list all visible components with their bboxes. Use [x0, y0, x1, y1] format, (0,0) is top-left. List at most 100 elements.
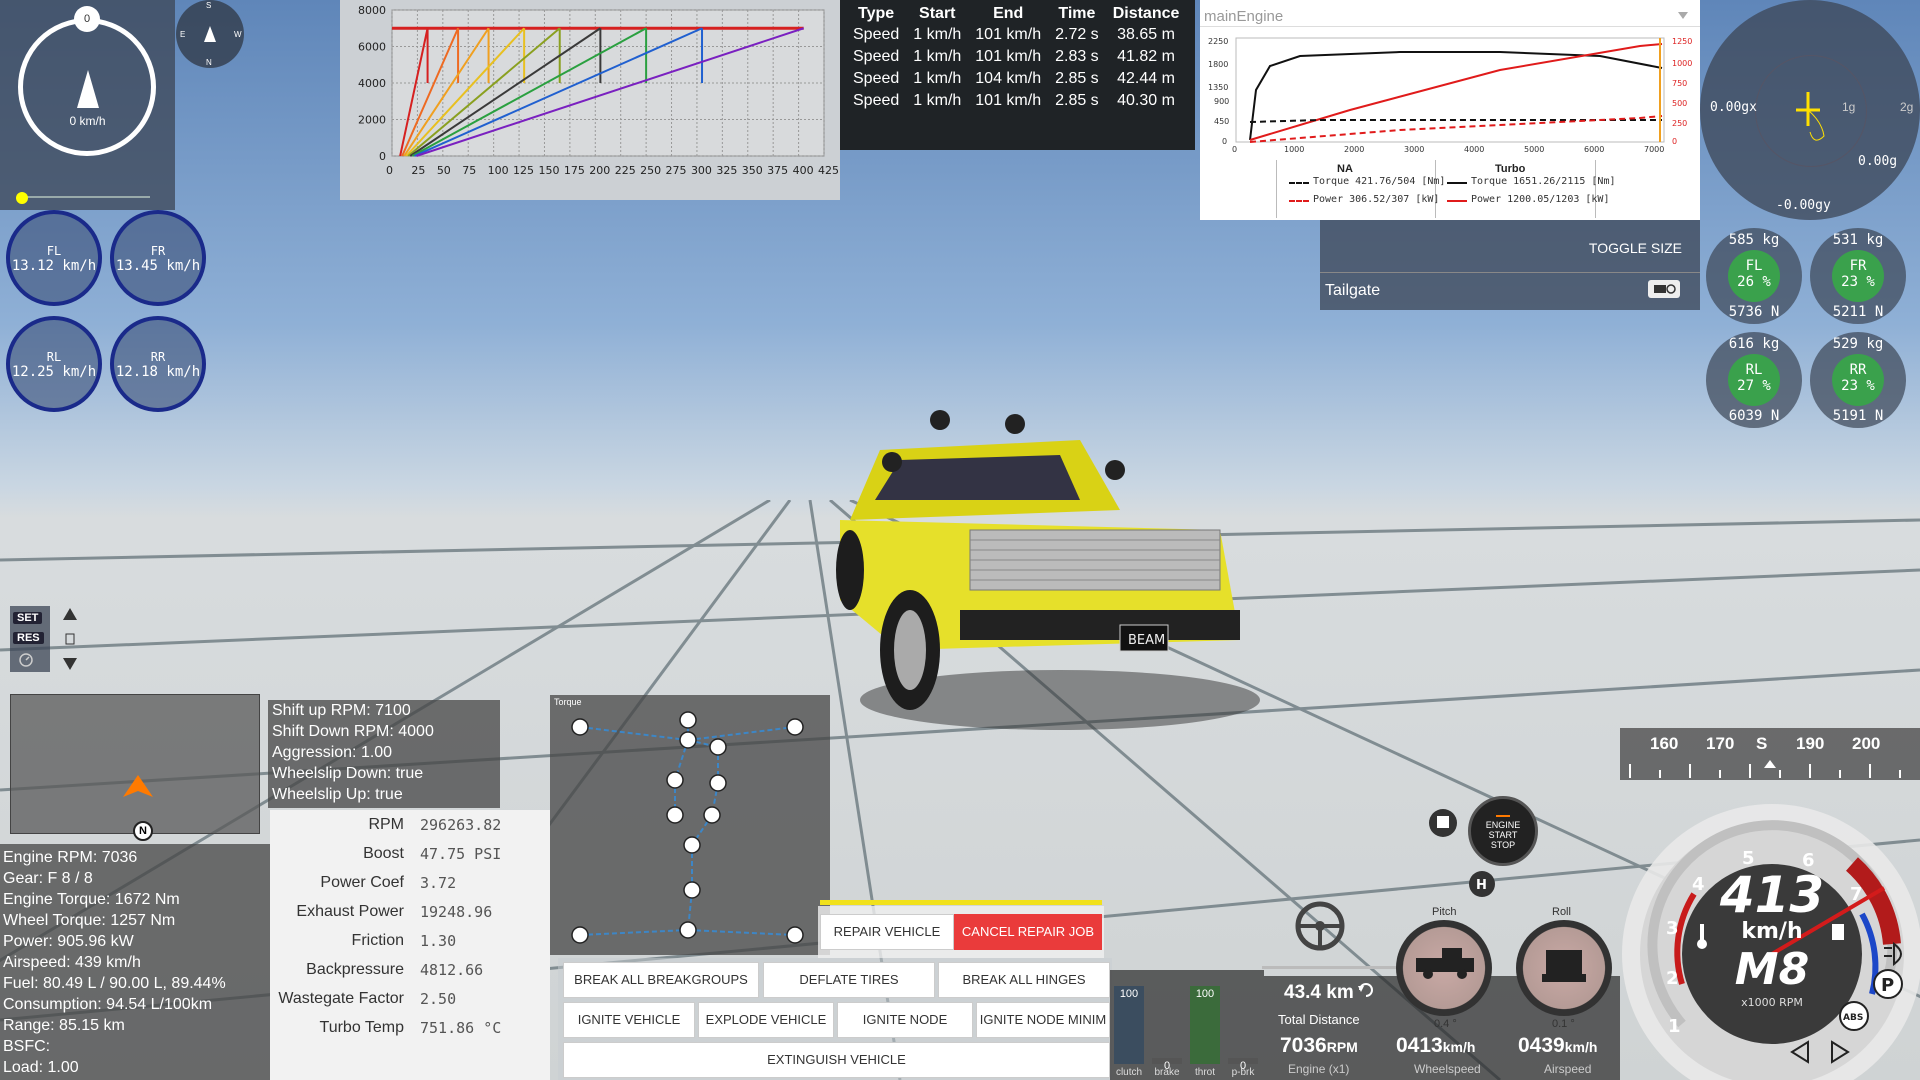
gy-readout: -0.00gy: [1776, 198, 1831, 213]
shaft-node-icon[interactable]: [666, 806, 684, 824]
legend-line: [1289, 200, 1309, 202]
repair-vehicle-button[interactable]: REPAIR VEHICLE: [820, 914, 954, 950]
extinguish-vehicle-button[interactable]: EXTINGUISH VEHICLE: [563, 1042, 1110, 1078]
engine-select[interactable]: mainEngine: [1204, 8, 1283, 25]
tailgate-toggle[interactable]: [1648, 280, 1680, 298]
param-value: 2.50: [420, 990, 457, 1008]
explode-vehicle-button[interactable]: EXPLODE VEHICLE: [698, 1002, 834, 1038]
cruise-set-button[interactable]: SET: [13, 612, 43, 624]
shaft-node-icon[interactable]: [683, 881, 701, 899]
x-tick-label: 150: [538, 164, 559, 177]
ignite-vehicle-button[interactable]: IGNITE VEHICLE: [563, 1002, 695, 1038]
steering-bar: [1262, 966, 1402, 969]
tire-load-pct: 26 %: [1737, 274, 1771, 290]
wheelspeed-readout: 0413km/h: [1396, 1034, 1475, 1058]
gear-rpm-chart: 0 25 50 75 100 125 150 175 200 225 250 275 300 325 350…: [358, 4, 839, 177]
player-marker-icon: [123, 775, 153, 797]
rpm-tick-label: 4: [1692, 874, 1705, 895]
compass-slider-knob[interactable]: [16, 192, 28, 204]
tire-load-inner: FL 26 %: [1728, 250, 1780, 302]
tire-load-fr: 531 kg FR 23 % 5211 N: [1810, 228, 1906, 324]
differential-node-icon[interactable]: [679, 921, 697, 939]
acceleration-table: Type Start End Time Distance Speed 1 km/…: [840, 0, 1195, 150]
gearbox-node-icon[interactable]: [709, 774, 727, 792]
break-hinges-button[interactable]: BREAK ALL HINGES: [938, 962, 1110, 998]
tire-load-name: RL: [1745, 362, 1763, 378]
y-right-tick: 250: [1672, 119, 1687, 128]
coupling-node-icon[interactable]: [709, 738, 727, 756]
engine-node-icon[interactable]: [679, 711, 697, 729]
pitch-gauge: [1396, 920, 1492, 1016]
x-tick: 0: [1232, 145, 1237, 154]
cruise-down-icon[interactable]: [63, 658, 77, 670]
cruise-up-icon[interactable]: [63, 608, 77, 620]
deflate-tires-button[interactable]: DEFLATE TIRES: [763, 962, 935, 998]
table-cell: 1 km/h: [913, 48, 962, 65]
g-force-gauge: 0.00gx 1g 2g 0.00g -0.00gy: [1700, 0, 1920, 220]
x-tick: 6000: [1584, 145, 1604, 154]
column-header-type: Type: [858, 5, 895, 22]
y-left-tick: 450: [1214, 117, 1229, 126]
tailgate-label: Tailgate: [1325, 282, 1381, 299]
differential-node-icon[interactable]: [683, 836, 701, 854]
column-header-distance: Distance: [1112, 5, 1180, 22]
wheel-node-icon[interactable]: [786, 718, 804, 736]
ignite-node-button[interactable]: IGNITE NODE: [837, 1002, 973, 1038]
cruise-res-button[interactable]: RES: [13, 632, 44, 644]
hpattern-node-icon[interactable]: [703, 806, 721, 824]
current-gear: M8: [1735, 944, 1809, 995]
table-cell: 104 km/h: [975, 70, 1042, 87]
legend-na: NA Torque 421.76/504 [Nm] Power 306.52/3…: [1277, 160, 1445, 218]
engine-button-line3: STOP: [1490, 840, 1516, 850]
param-row: Boost 47.75 PSI: [270, 845, 550, 874]
x-tick-label: 200: [589, 164, 610, 177]
cruise-arrows: [63, 608, 77, 670]
pitch-truck-icon: [1416, 948, 1474, 979]
pedal-label: throt: [1194, 1067, 1215, 1078]
param-row: RPM 296263.82: [270, 816, 550, 845]
g-trace-icon: [1796, 92, 1825, 141]
tire-load-name: FR: [1849, 258, 1867, 274]
legend-turbo-title: Turbo: [1495, 163, 1526, 175]
legend-na-torque: Torque 421.76/504 [Nm]: [1313, 176, 1446, 187]
stat-line: Gear: F 8 / 8: [3, 870, 93, 887]
cancel-repair-button[interactable]: CANCEL REPAIR JOB: [954, 914, 1102, 950]
break-breakgroups-button[interactable]: BREAK ALL BREAKGROUPS: [563, 962, 759, 998]
toggle-size-button[interactable]: TOGGLE SIZE: [1589, 240, 1682, 256]
gearbox-mode-icon[interactable]: [1428, 808, 1458, 838]
engine-rpm-readout: 7036RPM: [1280, 1034, 1358, 1058]
param-value: 1.30: [420, 932, 457, 950]
handbrake-icon[interactable]: H: [1468, 870, 1496, 898]
table-cell: Speed: [853, 92, 900, 109]
x-tick-label: 300: [691, 164, 712, 177]
reset-distance-icon[interactable]: [1356, 980, 1376, 1000]
minimap[interactable]: N: [10, 694, 260, 841]
powertrain-tree-diagram: [571, 711, 804, 944]
x-tick-label: 325: [716, 164, 737, 177]
y-left-tick: 1800: [1208, 60, 1228, 69]
differential-node-icon[interactable]: [679, 731, 697, 749]
param-row: Wastegate Factor 2.50: [270, 990, 550, 1019]
engine-start-stop-button[interactable]: ENGINE START STOP: [1468, 796, 1538, 866]
y-left-tick: 900: [1214, 97, 1229, 106]
wheel-node-icon[interactable]: [786, 926, 804, 944]
rpm-tick-label: 2: [1666, 968, 1679, 989]
wheel-node-icon[interactable]: [571, 926, 589, 944]
tire-load-newton: 6039 N: [1728, 408, 1780, 424]
y-tick-label: 4000: [358, 77, 386, 90]
wheel-node-icon[interactable]: [571, 718, 589, 736]
y-left-tick: 1350: [1208, 83, 1228, 92]
param-row: Friction 1.30: [270, 932, 550, 961]
shaft-node-icon[interactable]: [666, 771, 684, 789]
param-label: Turbo Temp: [319, 1019, 404, 1036]
tire-load-pct: 23 %: [1841, 378, 1875, 394]
chevron-down-icon[interactable]: [1678, 12, 1688, 20]
pedal-inputs: 100 0 100 0 clutch brake throt p-brk: [1110, 970, 1264, 1080]
ignite-node-minimal-button[interactable]: IGNITE NODE MINIM: [976, 1002, 1110, 1038]
stat-line: Engine Torque: 1672 Nm: [3, 891, 180, 908]
compass-slider-track[interactable]: [20, 196, 150, 198]
fuel-icon: [1832, 924, 1844, 940]
legend-turbo-torque: Torque 1651.26/2115 [Nm]: [1471, 176, 1616, 187]
wheelslip-up: Wheelslip Up: true: [272, 786, 403, 803]
g-ring-label-1: 1g: [1842, 100, 1856, 114]
